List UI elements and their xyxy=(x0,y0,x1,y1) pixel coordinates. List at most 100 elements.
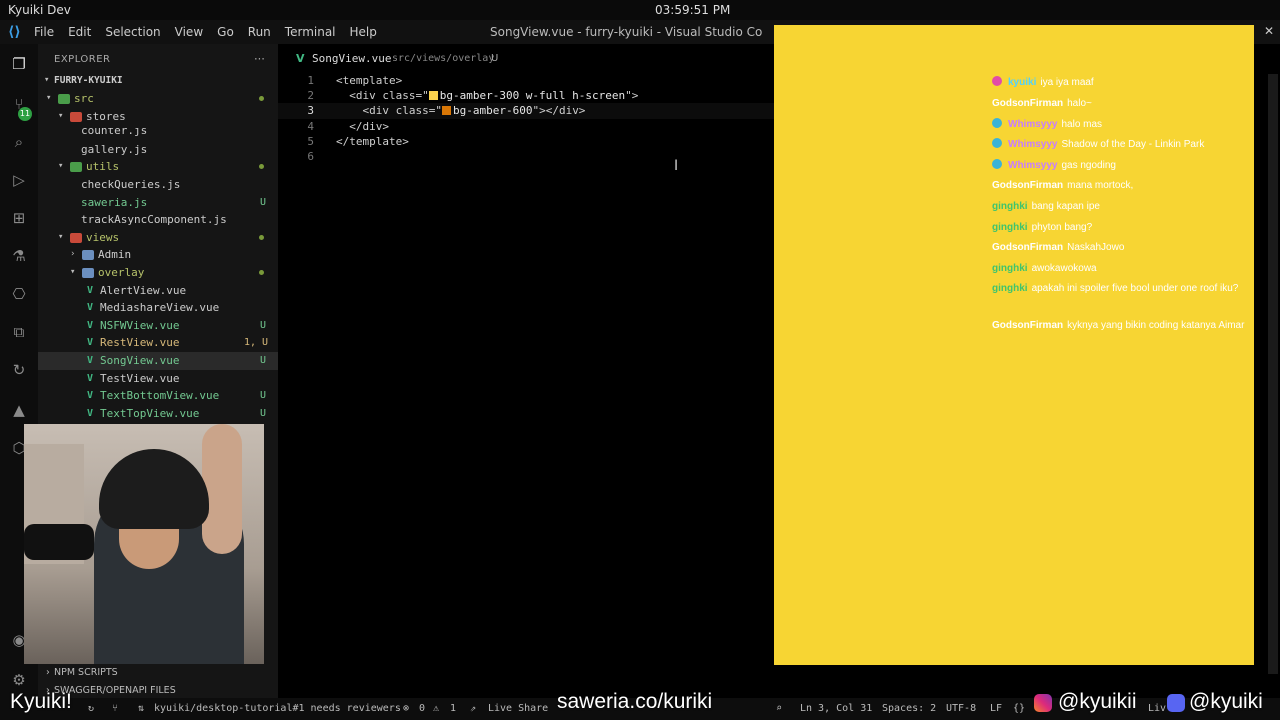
database-icon[interactable]: ⧉ xyxy=(9,322,29,342)
tree-file[interactable]: saweria.js U xyxy=(38,194,278,212)
menu-item[interactable]: Selection xyxy=(105,25,160,39)
tree-file[interactable]: V TestView.vue xyxy=(38,370,278,388)
chat-text: Shadow of the Day - Linkin Park xyxy=(1061,139,1205,150)
menu-item[interactable]: Terminal xyxy=(285,25,336,39)
tab-status: U xyxy=(491,53,499,64)
zoom-icon[interactable]: ⌕ xyxy=(776,703,782,714)
tree-folder[interactable]: ▾ overlay xyxy=(38,264,278,282)
code-line[interactable]: 3 <div class=" bg-amber-600"></div> xyxy=(278,103,774,119)
tree-file[interactable]: V MediashareView.vue xyxy=(38,299,278,317)
explorer-icon[interactable]: ❐ xyxy=(9,54,29,74)
sync-icon[interactable]: ↻ xyxy=(88,703,94,714)
tree-file[interactable]: counter.js xyxy=(38,128,278,138)
chat-message: kyuiki iya iya maaf xyxy=(992,75,1248,91)
vue-file-icon: V xyxy=(296,52,305,65)
menu-item[interactable]: File xyxy=(34,25,54,39)
chat-message: ginghki awokawokowa xyxy=(992,261,1248,277)
tree-file[interactable]: V NSFWView.vue U xyxy=(38,317,278,335)
chat-username: GodsonFirman xyxy=(992,98,1064,109)
code-line[interactable]: 1 <template> xyxy=(278,73,774,88)
tree-file[interactable]: V TextTopView.vue U xyxy=(38,405,278,423)
language-mode[interactable]: {} xyxy=(1013,703,1025,714)
live-share-button[interactable]: Live Share xyxy=(488,703,548,714)
remote-icon[interactable]: ⎔ xyxy=(9,284,29,304)
tree-file[interactable]: checkQueries.js xyxy=(38,176,278,194)
code-line[interactable]: 5 </template> xyxy=(278,134,774,149)
tree-folder[interactable]: ▾ utils xyxy=(38,158,278,176)
menu-item[interactable]: View xyxy=(175,25,203,39)
chat-username: ginghki xyxy=(992,263,1028,274)
code-line[interactable]: 6 xyxy=(278,149,774,164)
tree-file[interactable]: V TextBottomView.vue U xyxy=(38,387,278,405)
deploy-icon[interactable]: ▲ xyxy=(9,400,29,420)
instagram-icon xyxy=(1034,694,1052,712)
cursor-position[interactable]: Ln 3, Col 31 xyxy=(800,703,872,714)
error-count[interactable]: 0 xyxy=(419,703,425,714)
project-root[interactable]: ▾ FURRY-KYUIKI xyxy=(38,72,278,90)
chat-message: GodsonFirman halo~ xyxy=(992,96,1248,112)
settings-gear-icon[interactable]: ⚙ xyxy=(9,670,29,690)
menu-item[interactable]: Go xyxy=(217,25,234,39)
tree-item-label: TextBottomView.vue xyxy=(100,389,220,403)
live-share-icon[interactable]: ↻ xyxy=(9,360,29,380)
tree-folder[interactable]: ▾ src xyxy=(38,90,278,108)
npm-scripts-section[interactable]: › NPM SCRIPTS xyxy=(38,664,278,682)
menu-item[interactable]: Help xyxy=(350,25,377,39)
testing-icon[interactable]: ⚗ xyxy=(9,246,29,266)
editor-scrollbar[interactable] xyxy=(1254,44,1280,694)
warning-count[interactable]: 1 xyxy=(450,703,456,714)
live-status[interactable]: Liv xyxy=(1148,703,1166,714)
code-markup: <template> xyxy=(336,74,403,87)
editor-tab[interactable]: V SongView.vue src/views/overlay U xyxy=(278,44,774,72)
merge-icon[interactable]: ⑂ xyxy=(112,703,118,714)
vue-file-icon: V xyxy=(87,284,94,296)
tree-file[interactable]: trackAsyncComponent.js xyxy=(38,211,278,229)
tree-item-label: RestView.vue xyxy=(100,336,180,350)
tab-file-name: SongView.vue xyxy=(312,52,392,65)
tree-file[interactable]: gallery.js xyxy=(38,141,278,159)
search-icon[interactable]: ⌕ xyxy=(9,132,29,152)
tree-folder[interactable]: › Admin xyxy=(38,246,278,264)
badge-icon xyxy=(992,159,1002,169)
git-status-badge: U xyxy=(260,196,267,208)
folder-icon xyxy=(70,232,82,243)
webcam-microphone xyxy=(24,524,94,560)
code-text: <div class=" bg-amber-600"></div> xyxy=(336,103,585,118)
project-name: FURRY-KYUIKI xyxy=(54,75,123,86)
run-debug-icon[interactable]: ▷ xyxy=(9,170,29,190)
menu-item[interactable]: Run xyxy=(248,25,271,39)
code-line[interactable]: 2 <div class=" bg-amber-300 w-full h-scre… xyxy=(278,88,774,103)
menu-item[interactable]: Edit xyxy=(68,25,91,39)
chat-username: ginghki xyxy=(992,283,1028,294)
branch-status[interactable]: kyuiki/desktop-tutorial#1 needs reviewer… xyxy=(154,703,401,714)
close-window-button[interactable]: ✕ xyxy=(1264,24,1274,38)
encoding-setting[interactable]: UTF-8 xyxy=(946,703,976,714)
tree-folder[interactable]: ▾ stores xyxy=(38,108,278,126)
eol-setting[interactable]: LF xyxy=(990,703,1002,714)
tree-item-label: overlay xyxy=(98,266,145,279)
live-share-icon: ⇗ xyxy=(470,703,477,714)
indent-setting[interactable]: Spaces: 2 xyxy=(882,703,936,714)
tree-file[interactable]: V AlertView.vue xyxy=(38,282,278,300)
chat-username: GodsonFirman xyxy=(992,320,1064,331)
chevron-down-icon: ▾ xyxy=(70,267,76,277)
code-line[interactable]: 4 </div> xyxy=(278,119,774,134)
vue-file-icon: V xyxy=(87,407,94,419)
tree-file[interactable]: V RestView.vue 1, U xyxy=(38,334,278,352)
chat-message: ginghki bang kapan ipe xyxy=(992,199,1248,215)
editor-area[interactable]: V SongView.vue src/views/overlay U 1 <tem… xyxy=(278,44,774,694)
code-text: <div class=" bg-amber-300 w-full h-screen… xyxy=(336,88,638,103)
color-swatch-icon[interactable] xyxy=(441,106,451,116)
tree-file[interactable]: V SongView.vue U xyxy=(38,352,278,370)
more-actions-button[interactable]: ··· xyxy=(254,52,265,66)
scrollbar-track[interactable] xyxy=(1268,74,1278,674)
tree-item-label: stores xyxy=(86,109,126,123)
folder-icon xyxy=(58,94,70,104)
tree-item-label: src xyxy=(74,92,94,105)
color-swatch-icon[interactable] xyxy=(428,91,438,101)
extensions-icon[interactable]: ⊞ xyxy=(9,208,29,228)
tree-folder[interactable]: ▾ views xyxy=(38,229,278,247)
pull-request-icon[interactable]: ⇅ xyxy=(138,703,144,714)
chat-text: gas ngoding xyxy=(1061,160,1116,171)
chevron-down-icon: ▾ xyxy=(58,110,64,121)
